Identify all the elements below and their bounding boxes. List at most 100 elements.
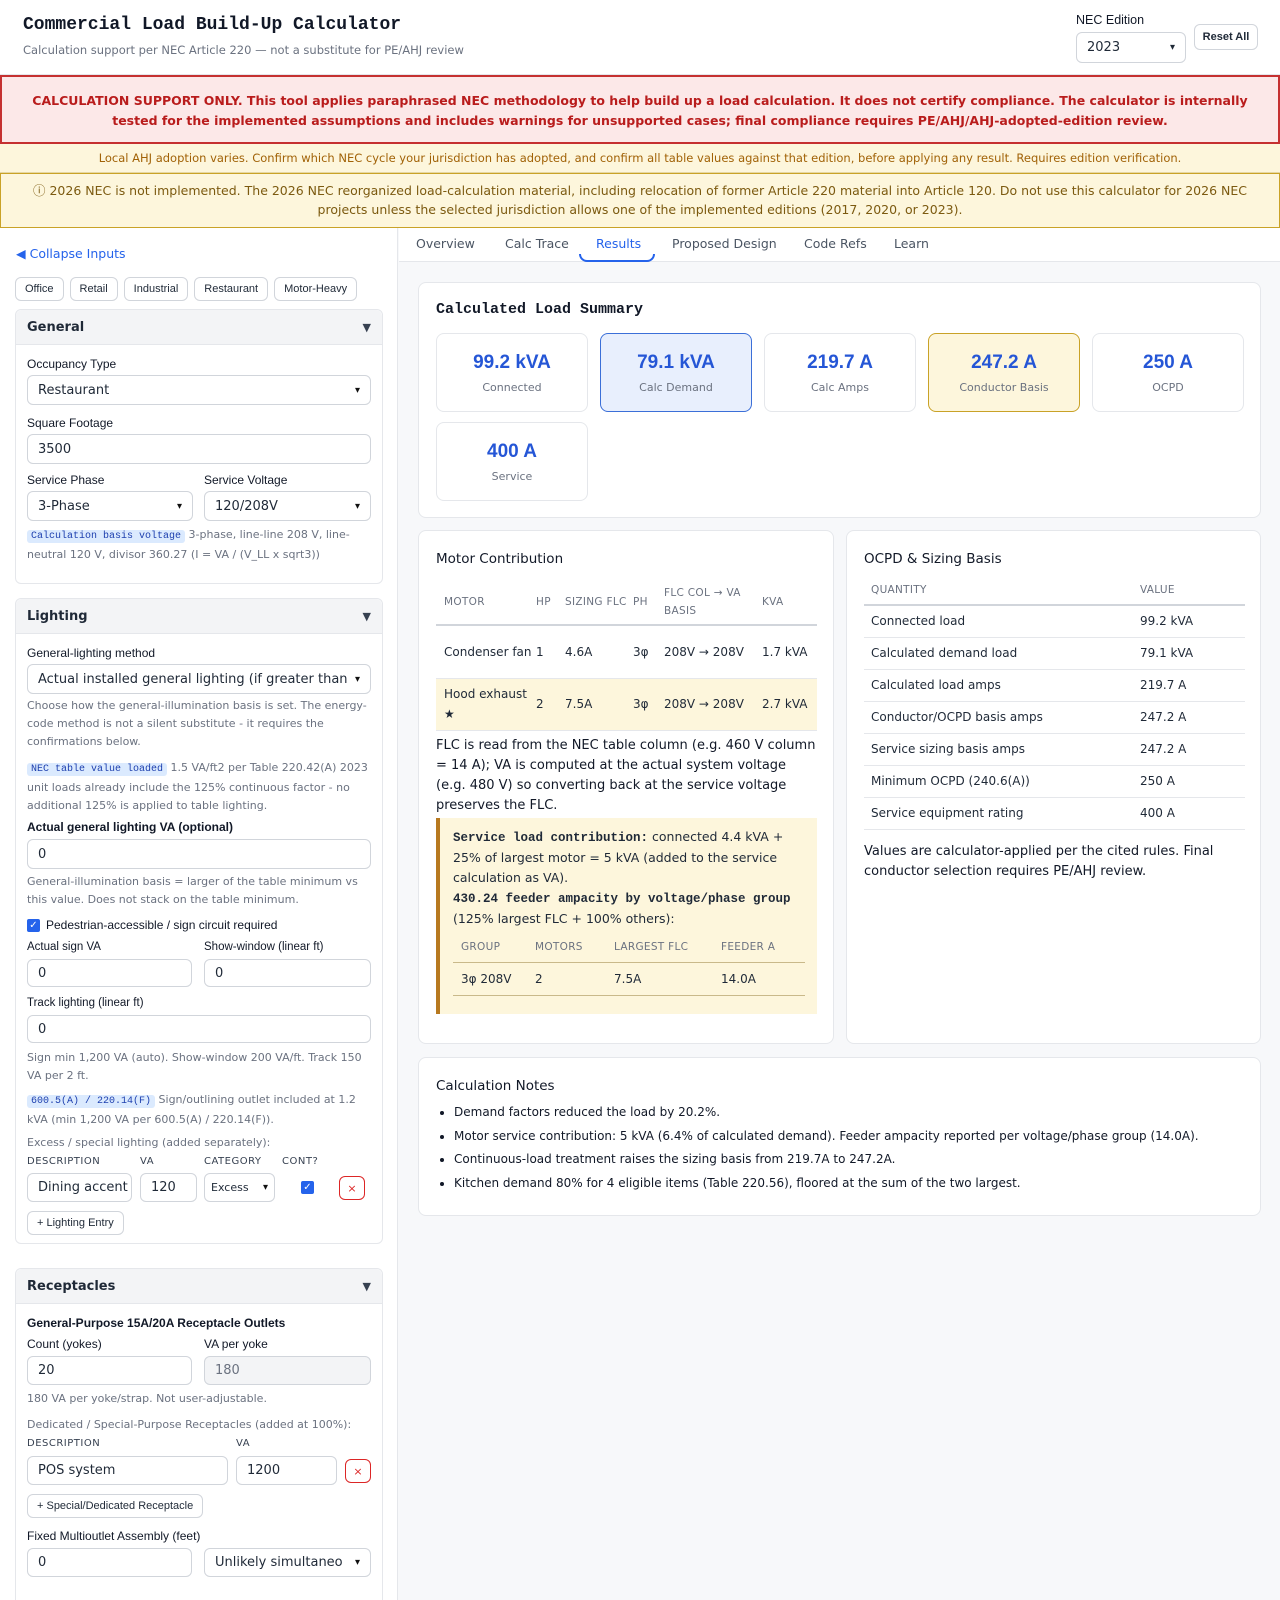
sign-va-input[interactable]: 0 <box>27 959 192 987</box>
table-header-row: QUANTITY VALUE <box>864 576 1245 605</box>
preset-retail-button[interactable]: Retail <box>69 277 118 301</box>
metric-label: Connected <box>482 381 542 394</box>
table-header-row: MOTOR HP SIZING FLC PH FLC COL → VA BASI… <box>436 579 817 625</box>
feeder-a-value: 14.0A <box>721 971 756 986</box>
actual-lighting-label: Actual general lighting VA (optional) <box>27 820 233 834</box>
ahj-banner: Local AHJ adoption varies. Confirm which… <box>0 144 1280 173</box>
excess-lighting-label: Excess / special lighting (added separat… <box>27 1136 271 1149</box>
show-window-input[interactable]: 0 <box>204 959 371 987</box>
metric-calc-demand: 79.1 kVA Calc Demand <box>600 333 752 412</box>
table-row: Minimum OCPD (240.6(A)) 250 A <box>864 765 1245 797</box>
metric-label: Calc Amps <box>811 381 869 394</box>
excess-description-input[interactable]: Dining accent <box>27 1173 132 1202</box>
edition-select[interactable]: 2023 ▾ <box>1076 32 1186 63</box>
preset-industrial-button[interactable]: Industrial <box>123 277 189 301</box>
motor-voltage: 208V → 208V <box>664 697 744 711</box>
dedicated-va-input[interactable]: 1200 <box>236 1456 337 1485</box>
voltage-select[interactable]: 120/208V ▾ <box>204 491 371 521</box>
add-dedicated-receptacle-button[interactable]: + Special/Dedicated Receptacle <box>27 1494 204 1518</box>
tab-calc-trace[interactable]: Calc Trace <box>505 236 569 251</box>
general-heading: General <box>27 319 85 335</box>
multioutlet-select[interactable]: Unlikely simultaneo ▾ <box>204 1548 371 1577</box>
excess-va-input[interactable]: 120 <box>140 1173 197 1202</box>
quantity-name: Calculated load amps <box>871 678 1001 692</box>
preset-office-button[interactable]: Office <box>15 277 64 301</box>
tab-learn[interactable]: Learn <box>894 236 929 251</box>
phase-select[interactable]: 3-Phase ▾ <box>27 491 193 521</box>
motor-name: Condenser fan <box>444 644 532 659</box>
tab-results[interactable]: Results <box>596 236 641 251</box>
col-category: CATEGORY <box>204 1156 262 1167</box>
quantity-name: Minimum OCPD (240.6(A)) <box>871 774 1030 788</box>
multioutlet-input[interactable]: 0 <box>27 1548 192 1577</box>
collapse-inputs-link[interactable]: ◀ Collapse Inputs <box>16 246 126 261</box>
nec-2026-banner: ⓘ 2026 NEC is not implemented. The 2026 … <box>0 173 1280 228</box>
col-motors: MOTORS <box>535 940 583 953</box>
voltage-value: 120/208V <box>215 498 278 514</box>
remove-lighting-entry-button[interactable]: × <box>339 1176 365 1200</box>
preset-motor-heavy-button[interactable]: Motor-Heavy <box>274 277 358 301</box>
list-item: Continuous-load treatment raises the siz… <box>454 1148 1199 1172</box>
table-row: Conductor/OCPD basis amps 247.2 A <box>864 701 1245 733</box>
general-section-header[interactable]: General ▼ <box>16 310 382 345</box>
col-hp: HP <box>536 595 551 608</box>
receptacles-section-header[interactable]: Receptacles ▼ <box>16 1269 382 1304</box>
ocpd-sizing-panel: OCPD & Sizing Basis QUANTITY VALUE Conne… <box>846 530 1261 1044</box>
reset-all-button[interactable]: Reset All <box>1194 24 1258 50</box>
lighting-method-value: Actual installed general lighting (if gr… <box>38 671 348 687</box>
sign-circuit-checkbox[interactable]: ✓ <box>27 919 40 932</box>
table-row: Condenser fan 1 4.6A 3φ 208V → 208V 1.7 … <box>436 625 817 678</box>
col-va: VA <box>140 1156 155 1167</box>
lighting-method-select[interactable]: Actual installed general lighting (if gr… <box>27 664 371 694</box>
track-lighting-help: Sign min 1,200 VA (auto). Show-window 20… <box>27 1051 362 1082</box>
page-title: Commercial Load Build-Up Calculator <box>23 15 402 35</box>
count-label: Count (yokes) <box>27 1337 102 1351</box>
tab-proposed-design[interactable]: Proposed Design <box>672 236 777 251</box>
chevron-down-icon: ▾ <box>354 384 360 396</box>
excess-continuous-checkbox[interactable]: ✓ <box>301 1181 314 1194</box>
motor-hp: 2 <box>536 697 544 711</box>
quantity-value: 400 A <box>1140 806 1175 820</box>
motor-hp: 1 <box>536 644 544 659</box>
sqft-input[interactable]: 3500 <box>27 434 371 464</box>
active-tab-indicator <box>579 254 655 262</box>
service-contribution-box: Service load contribution: connected 4.4… <box>436 818 817 1014</box>
group-value: 3φ 208V <box>461 971 512 986</box>
col-description: DESCRIPTION <box>27 1438 101 1449</box>
nec-2026-text: 2026 NEC is not implemented. The 2026 NE… <box>49 183 1247 217</box>
dedicated-description-input[interactable]: POS system <box>27 1456 228 1485</box>
tab-code-refs[interactable]: Code Refs <box>804 236 867 251</box>
occupancy-label: Occupancy Type <box>27 357 117 371</box>
col-description: DESCRIPTION <box>27 1156 101 1167</box>
motors-value: 2 <box>535 971 543 986</box>
quantity-name: Calculated demand load <box>871 646 1018 660</box>
table-row: Service equipment rating 400 A <box>864 797 1245 829</box>
add-lighting-entry-button[interactable]: + Lighting Entry <box>27 1211 124 1235</box>
collapse-triangle-icon: ▼ <box>362 609 371 623</box>
lighting-section: Lighting ▼ General-lighting method Actua… <box>15 598 383 1244</box>
col-ph: PH <box>633 595 648 608</box>
col-largest-flc: LARGEST FLC <box>614 940 689 953</box>
track-lighting-input[interactable]: 0 <box>27 1015 371 1043</box>
motor-kva: 1.7 kVA <box>762 644 808 659</box>
yoke-count-input[interactable]: 20 <box>27 1356 192 1385</box>
quantity-name: Service sizing basis amps <box>871 742 1025 756</box>
col-kva: KVA <box>762 595 784 608</box>
app-header: Commercial Load Build-Up Calculator Calc… <box>0 0 1280 75</box>
excess-category-select[interactable]: Excess ▾ <box>204 1173 275 1202</box>
actual-lighting-input[interactable]: 0 <box>27 839 371 869</box>
metric-label: Conductor Basis <box>959 381 1049 394</box>
lighting-section-header[interactable]: Lighting ▼ <box>16 599 382 634</box>
motor-flc: 7.5A <box>565 697 593 711</box>
va-per-yoke-input: 180 <box>204 1356 371 1385</box>
largest-flc-value: 7.5A <box>614 971 642 986</box>
remove-dedicated-button[interactable]: × <box>345 1459 371 1483</box>
multioutlet-select-value: Unlikely simultaneo <box>215 1555 343 1570</box>
metric-label: OCPD <box>1152 381 1184 394</box>
occupancy-select[interactable]: Restaurant ▾ <box>27 375 371 405</box>
tab-overview[interactable]: Overview <box>416 236 475 251</box>
feeder-group-table: GROUP MOTORS LARGEST FLC FEEDER A 3φ 208… <box>453 932 805 996</box>
col-motor: MOTOR <box>444 595 485 608</box>
preset-restaurant-button[interactable]: Restaurant <box>194 277 269 301</box>
col-quantity: QUANTITY <box>871 584 927 596</box>
